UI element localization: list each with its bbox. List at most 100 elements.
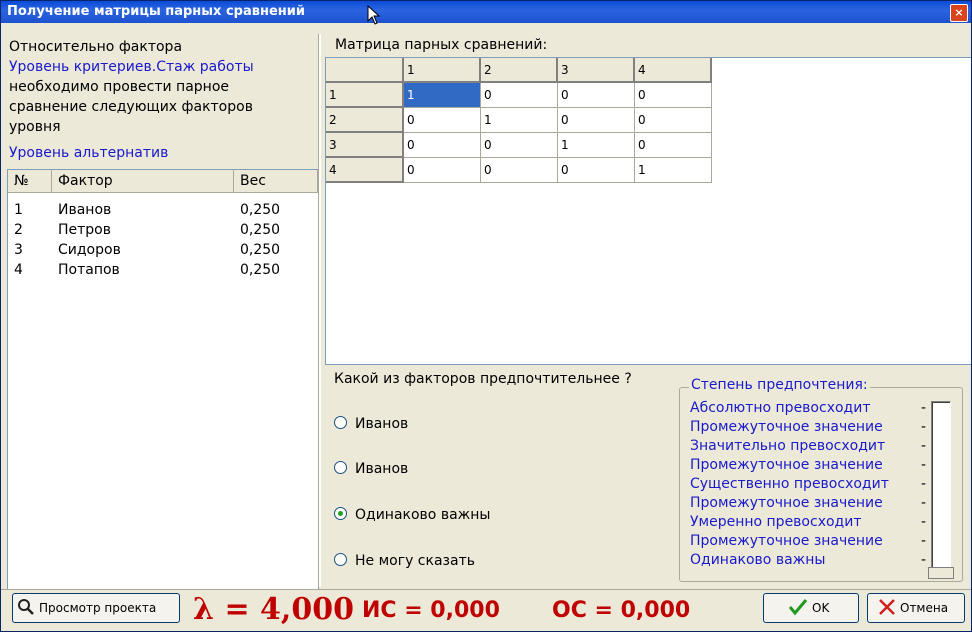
radio-unchecked-icon[interactable] <box>334 416 347 429</box>
matrix-cell[interactable]: 1 <box>558 133 635 158</box>
item-name: Сидоров <box>58 242 121 258</box>
matrix-cell[interactable]: 0 <box>558 83 635 108</box>
magnifier-icon <box>18 599 34 615</box>
item-weight: 0,250 <box>240 262 281 278</box>
item-weight: 0,250 <box>240 242 281 258</box>
factor-list-header: № Фактор Вес <box>8 170 318 193</box>
item-num: 4 <box>14 262 23 278</box>
preference-slider-track[interactable] <box>931 401 951 577</box>
matrix-corner-cell <box>326 58 404 83</box>
item-name: Иванов <box>58 202 112 218</box>
matrix-cell[interactable]: 1 <box>404 83 481 108</box>
criteria-level-link: Уровень критериев.Стаж работы <box>9 59 254 75</box>
cancel-label: Отмена <box>900 601 949 615</box>
radio-option-cannot-say[interactable]: Не могу сказать <box>334 551 475 571</box>
close-icon[interactable]: × <box>950 4 968 22</box>
matrix-cell[interactable]: 0 <box>635 83 712 108</box>
cross-icon <box>879 599 895 615</box>
item-name: Потапов <box>58 262 120 278</box>
dialog-window: Получение матрицы парных сравнений × Отн… <box>0 0 972 632</box>
matrix-col-header: 3 <box>558 58 635 83</box>
instruction-line-1: необходимо провести парное <box>9 79 229 95</box>
item-weight: 0,250 <box>240 222 281 238</box>
matrix-row-header: 3 <box>326 133 404 158</box>
matrix-col-header: 4 <box>635 58 712 83</box>
cancel-button[interactable]: Отмена <box>867 593 965 623</box>
radio-checked-icon[interactable] <box>334 507 347 520</box>
mouse-cursor-icon <box>367 5 381 25</box>
relative-factor-label: Относительно фактора <box>9 39 183 55</box>
matrix-cell[interactable]: 0 <box>404 108 481 133</box>
preference-degree-title: Степень предпочтения: <box>689 377 870 393</box>
window-title: Получение матрицы парных сравнений <box>7 4 305 19</box>
ok-button[interactable]: OK <box>763 593 859 623</box>
preference-level: Существенно превосходит <box>690 476 889 492</box>
comparison-matrix-grid[interactable]: 1 2 3 4 1 1 0 0 0 2 0 1 0 0 3 0 0 1 0 4 … <box>325 57 971 365</box>
matrix-cell[interactable]: 0 <box>481 133 558 158</box>
radio-option-second-factor[interactable]: Иванов <box>334 459 408 479</box>
scale-tick: - <box>921 514 927 530</box>
matrix-cell[interactable]: 0 <box>635 133 712 158</box>
matrix-row-header: 1 <box>326 83 404 108</box>
matrix-cell[interactable]: 0 <box>635 108 712 133</box>
scale-tick: - <box>921 533 927 549</box>
list-item[interactable]: 3 Сидоров 0,250 <box>8 240 318 260</box>
title-bar: Получение матрицы парных сравнений × <box>1 1 971 23</box>
item-name: Петров <box>58 222 111 238</box>
radio-option-first-factor[interactable]: Иванов <box>334 414 408 434</box>
preference-level: Значительно превосходит <box>690 438 886 454</box>
preference-question: Какой из факторов предпочтительнее ? <box>334 371 632 387</box>
consistency-index-value: ИС = 0,000 <box>362 598 500 623</box>
column-header-factor[interactable]: Фактор <box>52 170 234 192</box>
matrix-cell[interactable]: 0 <box>404 133 481 158</box>
instruction-line-3: уровня <box>9 119 61 135</box>
matrix-col-header: 1 <box>404 58 481 83</box>
radio-label: Не могу сказать <box>355 553 475 569</box>
preference-level: Одинаково важны <box>690 552 826 568</box>
preference-level: Абсолютно превосходит <box>690 400 871 416</box>
matrix-cell[interactable]: 0 <box>481 158 558 183</box>
matrix-cell[interactable]: 1 <box>635 158 712 183</box>
panel-splitter[interactable] <box>318 34 321 587</box>
item-num: 2 <box>14 222 23 238</box>
scale-tick: - <box>921 476 927 492</box>
ok-label: OK <box>812 601 830 615</box>
preference-level: Промежуточное значение <box>690 457 883 473</box>
lambda-value: λ = 4,000 <box>193 592 355 627</box>
matrix-cell[interactable]: 0 <box>404 158 481 183</box>
radio-option-equal[interactable]: Одинаково важны <box>334 505 490 525</box>
alternatives-level-label: Уровень альтернатив <box>9 145 169 161</box>
matrix-cell[interactable]: 1 <box>481 108 558 133</box>
list-item[interactable]: 1 Иванов 0,250 <box>8 200 318 220</box>
column-header-weight[interactable]: Вес <box>234 170 318 192</box>
matrix-col-header: 2 <box>481 58 558 83</box>
matrix-cell[interactable]: 0 <box>481 83 558 108</box>
list-item[interactable]: 2 Петров 0,250 <box>8 220 318 240</box>
item-num: 1 <box>14 202 23 218</box>
consistency-ratio-value: ОС = 0,000 <box>552 598 691 623</box>
radio-unchecked-icon[interactable] <box>334 553 347 566</box>
item-num: 3 <box>14 242 23 258</box>
preference-level: Промежуточное значение <box>690 533 883 549</box>
matrix-cell[interactable]: 0 <box>558 108 635 133</box>
matrix-row-header: 4 <box>326 158 404 183</box>
view-project-button[interactable]: Просмотр проекта <box>12 593 180 623</box>
radio-unchecked-icon[interactable] <box>334 461 347 474</box>
scale-tick: - <box>921 419 927 435</box>
matrix-cell[interactable]: 0 <box>558 158 635 183</box>
preference-level: Промежуточное значение <box>690 495 883 511</box>
radio-label: Иванов <box>355 461 409 477</box>
radio-label: Иванов <box>355 416 409 432</box>
item-weight: 0,250 <box>240 202 281 218</box>
factor-list[interactable]: № Фактор Вес 1 Иванов 0,250 2 Петров 0,2… <box>7 169 319 591</box>
view-project-label: Просмотр проекта <box>39 601 157 615</box>
scale-tick: - <box>921 552 927 568</box>
scale-tick: - <box>921 457 927 473</box>
instruction-line-2: сравнение следующих факторов <box>9 99 253 115</box>
column-header-num[interactable]: № <box>8 170 52 192</box>
preference-slider-thumb[interactable] <box>928 567 954 579</box>
preference-level: Промежуточное значение <box>690 419 883 435</box>
list-item[interactable]: 4 Потапов 0,250 <box>8 260 318 280</box>
preference-level: Умеренно превосходит <box>690 514 862 530</box>
scale-tick: - <box>921 495 927 511</box>
